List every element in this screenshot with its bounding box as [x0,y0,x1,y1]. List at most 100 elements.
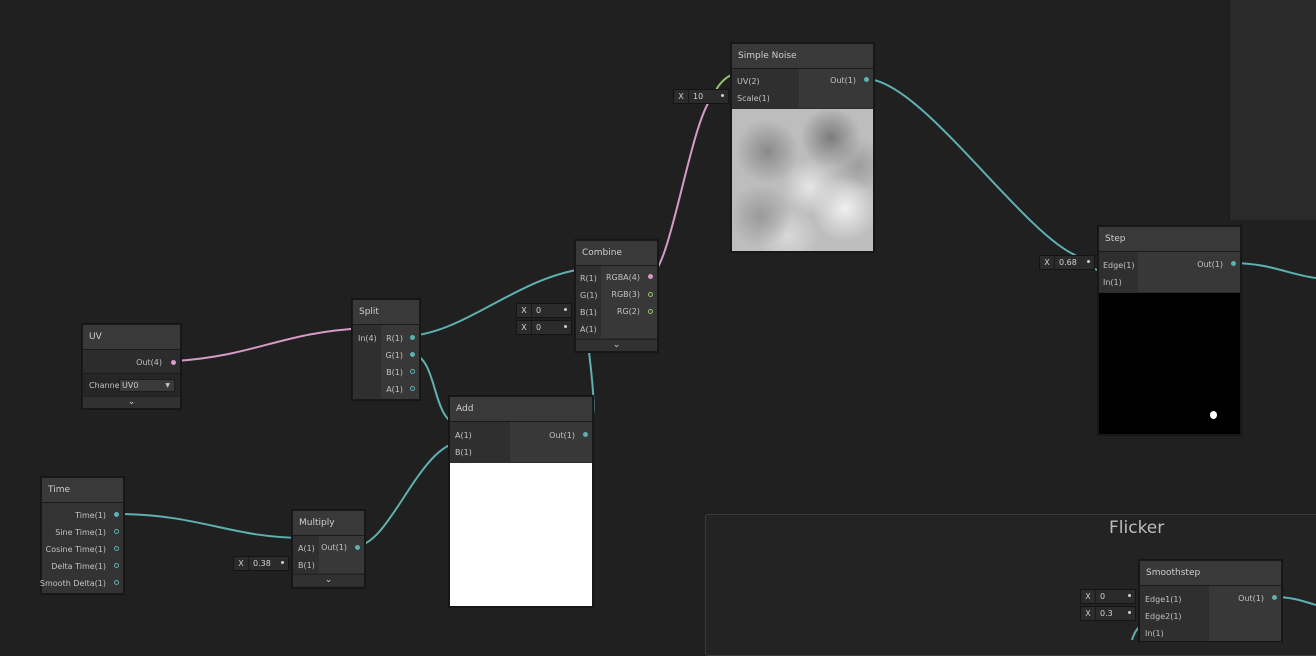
combine-collapse-button[interactable]: ⌄ [576,339,657,351]
add-out-label: Out(1) [549,431,575,440]
step-out-port[interactable] [1231,261,1236,266]
combine-a-field[interactable]: X0 [516,320,572,335]
add-preview [450,463,592,606]
step-edge-field[interactable]: X 0.68 [1039,255,1095,270]
smoothstep-edge1-x-label: X [1081,590,1096,603]
split-a-port[interactable] [410,386,415,391]
combine-rg-port[interactable] [648,309,653,314]
split-a-label: A(1) [386,385,403,394]
step-preview-spot [1210,411,1217,419]
smoothstep-edge1-label: Edge1(1) [1145,595,1182,604]
combine-rgba-label: RGBA(4) [605,273,640,282]
node-combine[interactable]: Combine R(1) G(1) B(1) A(1) RGBA(4) RGB(… [575,240,658,352]
wire-time-multiply [115,513,306,539]
uv-out-port[interactable] [171,360,176,365]
smoothstep-out-label: Out(1) [1238,594,1264,603]
uv-collapse-button[interactable]: ⌄ [83,396,180,408]
group-title: Flicker [1109,518,1165,538]
wire-uv-split [175,327,368,362]
split-g-label: G(1) [385,351,403,360]
node-title: Multiply [293,511,364,536]
cosine-time-label: Cosine Time(1) [45,545,106,554]
shader-graph-canvas[interactable]: Flicker UV Out(4) Channe UV0 ▼ ⌄ Time Ti… [0,0,1316,656]
combine-b-x-label: X [517,304,532,317]
delta-time-port[interactable] [114,563,119,568]
step-edge-x-label: X [1040,256,1055,269]
node-title: Step [1099,227,1240,252]
combine-b-field[interactable]: X0 [516,303,572,318]
noise-scale-x-label: X [674,90,689,103]
split-r-port[interactable] [410,335,415,340]
smoothstep-in-label: In(1) [1145,629,1164,638]
node-step[interactable]: Step Edge(1) In(1) Out(1) [1098,226,1241,435]
node-title: Add [450,397,592,422]
step-edge-value: 0.68 [1059,258,1077,267]
node-title: Smoothstep [1140,561,1281,586]
combine-g-label: G(1) [580,291,598,300]
combine-b-value: 0 [536,306,542,315]
combine-rg-label: RG(2) [616,307,640,316]
uv-channel-dropdown[interactable]: UV0 ▼ [119,379,175,392]
smoothstep-out-port[interactable] [1272,595,1277,600]
node-simple-noise[interactable]: Simple Noise UV(2) Scale(1) Out(1) [731,43,874,252]
split-b-label: B(1) [386,368,403,377]
chevron-down-icon: ⌄ [612,340,621,350]
wire-combine-noise [648,95,714,277]
noise-uv-label: UV(2) [737,77,760,86]
smooth-delta-port[interactable] [114,580,119,585]
split-in-label: In(4) [358,334,377,343]
combine-rgb-port[interactable] [648,292,653,297]
cosine-time-port[interactable] [114,546,119,551]
step-out-label: Out(1) [1197,260,1223,269]
node-title: Time [42,478,123,503]
split-g-port[interactable] [410,352,415,357]
add-out-port[interactable] [583,432,588,437]
noise-scale-field[interactable]: X 10 [673,89,729,104]
combine-rgb-label: RGB(3) [611,290,640,299]
node-title: UV [83,325,180,350]
combine-a-label: A(1) [580,325,597,334]
node-smoothstep[interactable]: Smoothstep Edge1(1) Edge2(1) In(1) Out(1… [1139,560,1282,641]
noise-preview [732,109,873,251]
combine-b-label: B(1) [580,308,597,317]
node-multiply[interactable]: Multiply A(1) B(1) Out(1) ⌄ [292,510,365,588]
sine-time-port[interactable] [114,529,119,534]
noise-scale-value: 10 [693,92,704,101]
uv-channel-label: Channe [89,381,120,390]
combine-rgba-port[interactable] [648,274,653,279]
split-b-port[interactable] [410,369,415,374]
wire-noise-step [865,78,1076,256]
multiply-b-value: 0.38 [253,559,271,568]
node-add[interactable]: Add A(1) B(1) Out(1) [449,396,593,607]
sine-time-label: Sine Time(1) [55,528,106,537]
smoothstep-edge1-value: 0 [1100,592,1106,601]
node-title: Combine [576,241,657,266]
delta-time-label: Delta Time(1) [51,562,106,571]
step-preview [1099,293,1240,434]
combine-a-x-label: X [517,321,532,334]
multiply-out-port[interactable] [355,545,360,550]
wire-step-out [1231,262,1316,279]
node-split[interactable]: Split In(4) R(1) G(1) B(1) A(1) [352,299,420,400]
node-title: Simple Noise [732,44,873,69]
step-edge-label: Edge(1) [1103,261,1135,270]
add-b-label: B(1) [455,448,472,457]
node-time[interactable]: Time Time(1) Sine Time(1) Cosine Time(1)… [39,477,124,594]
smoothstep-edge1-field[interactable]: X0 [1080,589,1136,604]
smoothstep-edge2-field[interactable]: X 0.3 [1080,606,1136,621]
smoothstep-edge2-label: Edge2(1) [1145,612,1182,621]
chevron-down-icon: ⌄ [127,397,136,407]
time-out-label: Time(1) [75,511,106,520]
noise-scale-label: Scale(1) [737,94,770,103]
noise-out-port[interactable] [864,77,869,82]
multiply-b-label: B(1) [298,561,315,570]
node-uv[interactable]: UV Out(4) Channe UV0 ▼ ⌄ [82,324,181,409]
multiply-out-label: Out(1) [321,543,347,552]
combine-r-label: R(1) [580,274,597,283]
smooth-delta-label: Smooth Delta(1) [39,579,106,588]
multiply-collapse-button[interactable]: ⌄ [293,574,364,586]
noise-out-label: Out(1) [830,76,856,85]
time-out-port[interactable] [114,512,119,517]
smoothstep-edge2-value: 0.3 [1100,609,1113,618]
multiply-b-field[interactable]: X 0.38 [233,556,289,571]
